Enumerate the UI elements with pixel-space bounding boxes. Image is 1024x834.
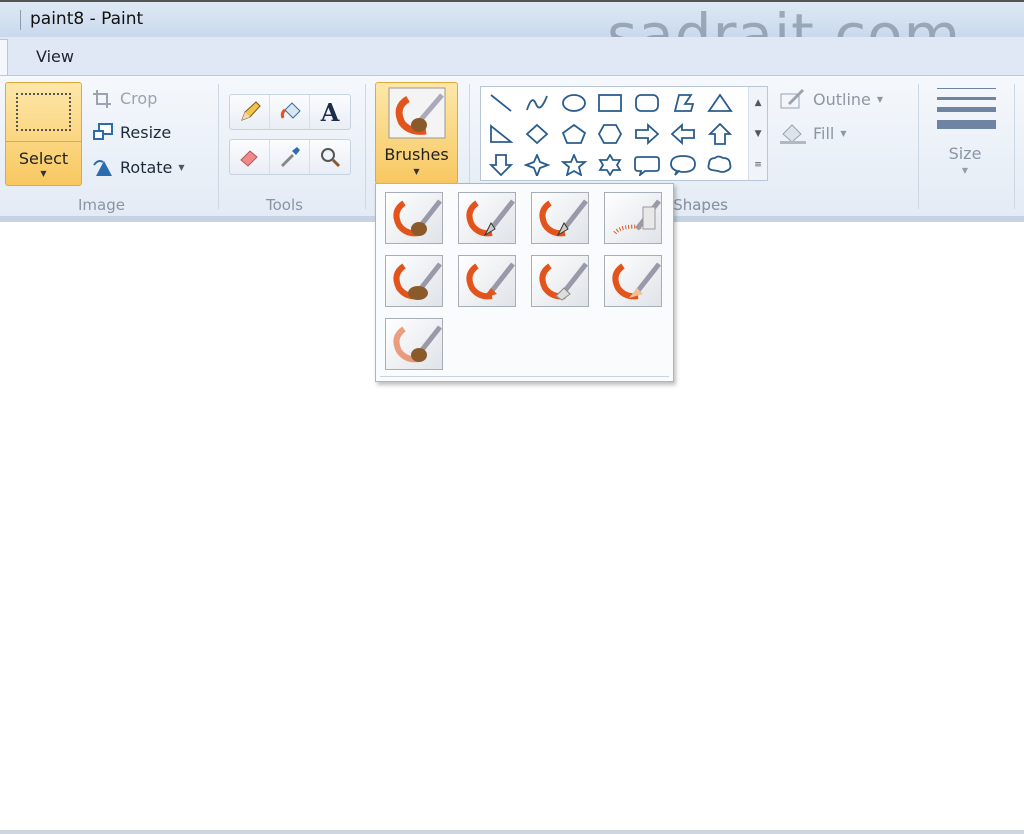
ribbon-tabs: View xyxy=(0,37,1024,75)
magnifier-icon[interactable] xyxy=(310,140,350,174)
rotate-label: Rotate xyxy=(120,157,173,177)
oval-shape-icon[interactable] xyxy=(556,87,593,118)
select-button[interactable]: Select ▼ xyxy=(5,82,82,186)
rectangle-shape-icon[interactable] xyxy=(593,87,630,118)
crop-icon xyxy=(93,90,111,108)
rotate-icon xyxy=(93,160,112,176)
diamond-shape-icon[interactable] xyxy=(520,118,557,149)
airbrush-icon[interactable] xyxy=(604,192,662,244)
outline-pencil-icon xyxy=(780,88,805,109)
brushes-button[interactable]: Brushes ▼ xyxy=(375,82,458,184)
size-label: Size xyxy=(948,144,982,163)
resize-label: Resize xyxy=(120,122,172,142)
group-separator xyxy=(218,84,219,209)
curve-shape-icon[interactable] xyxy=(520,87,557,118)
chevron-down-icon: ▼ xyxy=(876,94,884,104)
brushes-label: Brushes xyxy=(384,145,449,164)
brush-icon[interactable] xyxy=(385,192,443,244)
watercolor-brush-icon[interactable] xyxy=(385,318,443,370)
line-shape-icon[interactable] xyxy=(483,87,520,118)
group-separator xyxy=(918,84,919,209)
group-separator xyxy=(365,84,366,209)
fill-label: Fill xyxy=(813,123,835,143)
title-bar: paint8 - Paint sadrait.com xyxy=(0,0,1024,65)
status-bar-edge xyxy=(0,830,1024,834)
crop-button[interactable]: Crop xyxy=(92,88,157,108)
size-button[interactable]: Size ▼ xyxy=(930,84,1000,184)
polygon-shape-icon[interactable] xyxy=(666,87,703,118)
natural-pencil-icon[interactable] xyxy=(604,255,662,307)
group-label-tools: Tools xyxy=(266,196,303,214)
group-label-shapes-visible-part: hapes xyxy=(682,196,728,214)
eraser-icon[interactable] xyxy=(230,140,270,174)
chevron-down-icon: ▼ xyxy=(40,169,47,178)
text-icon[interactable]: A xyxy=(310,95,350,129)
chevron-down-icon: ▼ xyxy=(840,128,847,138)
tools-grid-bottom xyxy=(229,139,351,175)
fill-button[interactable]: Fill ▼ xyxy=(779,122,847,144)
up-arrow-shape-icon[interactable] xyxy=(702,118,739,149)
quick-access-separator xyxy=(20,10,21,30)
chevron-down-icon: ▼ xyxy=(413,167,420,176)
rounded-callout-shape-icon[interactable] xyxy=(629,149,666,180)
rounded-rectangle-shape-icon[interactable] xyxy=(629,87,666,118)
resize-icon xyxy=(93,123,113,140)
rotate-button[interactable]: Rotate ▼ xyxy=(92,157,185,177)
crop-label: Crop xyxy=(120,88,158,108)
fill-bucket-icon xyxy=(780,124,806,144)
down-arrow-shape-icon[interactable] xyxy=(483,149,520,180)
four-point-star-shape-icon[interactable] xyxy=(520,149,557,180)
select-label: Select xyxy=(18,149,69,168)
five-point-star-shape-icon[interactable] xyxy=(556,149,593,180)
right-arrow-shape-icon[interactable] xyxy=(629,118,666,149)
left-arrow-shape-icon[interactable] xyxy=(666,118,703,149)
window-title: paint8 - Paint xyxy=(30,9,144,29)
hexagon-shape-icon[interactable] xyxy=(593,118,630,149)
scroll-up-icon[interactable]: ▲ xyxy=(749,87,767,118)
brush-icon xyxy=(388,87,446,139)
crayon-icon[interactable] xyxy=(458,255,516,307)
oval-callout-shape-icon[interactable] xyxy=(666,149,703,180)
pencil-icon[interactable] xyxy=(230,95,270,129)
marker-icon[interactable] xyxy=(531,255,589,307)
color-picker-icon[interactable] xyxy=(270,140,310,174)
group-separator xyxy=(1014,84,1015,209)
brushes-dropdown xyxy=(375,183,674,382)
tab-view[interactable]: View xyxy=(36,47,74,66)
tab-home[interactable] xyxy=(0,39,8,75)
fill-bucket-icon[interactable] xyxy=(270,95,310,129)
oil-brush-icon[interactable] xyxy=(385,255,443,307)
group-label-image: Image xyxy=(78,196,125,214)
calligraphy-brush-1-icon[interactable] xyxy=(458,192,516,244)
gallery-scrollbar[interactable]: ▲ ▼ ≡ xyxy=(748,87,767,180)
outline-label: Outline xyxy=(813,89,871,109)
selection-rect-icon xyxy=(16,93,71,131)
outline-button[interactable]: Outline ▼ xyxy=(779,88,883,110)
triangle-shape-icon[interactable] xyxy=(702,87,739,118)
chevron-down-icon: ▼ xyxy=(178,162,185,172)
cloud-callout-shape-icon[interactable] xyxy=(702,149,739,180)
chevron-down-icon: ▼ xyxy=(961,166,969,175)
resize-button[interactable]: Resize xyxy=(92,122,171,142)
scroll-down-icon[interactable]: ▼ xyxy=(749,118,767,149)
six-point-star-shape-icon[interactable] xyxy=(593,149,630,180)
calligraphy-brush-2-icon[interactable] xyxy=(531,192,589,244)
pentagon-shape-icon[interactable] xyxy=(556,118,593,149)
expand-gallery-icon[interactable]: ≡ xyxy=(749,149,767,180)
shapes-gallery: ▲ ▼ ≡ xyxy=(480,86,768,181)
tools-grid-top: A xyxy=(229,94,351,130)
right-triangle-shape-icon[interactable] xyxy=(483,118,520,149)
